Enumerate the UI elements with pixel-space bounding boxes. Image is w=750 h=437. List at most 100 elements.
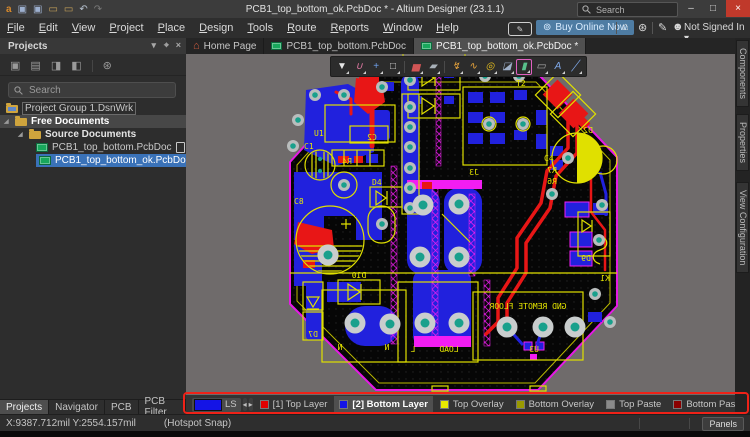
projects-panel-header: Projects ▾ ⌖ × <box>0 38 186 54</box>
save-icon[interactable]: ▣ <box>18 4 27 15</box>
menu-project[interactable]: Project <box>102 22 150 34</box>
selected-tree-item[interactable]: PCB1_top_bottom_ok.PcbDoc * <box>36 154 200 167</box>
altium-designer-window: a ▣ ▣ ▭ ▭ ↶ ↷ PCB1_top_bottom_ok.PcbDoc … <box>0 0 750 437</box>
tab-navigator[interactable]: Navigator <box>49 400 105 414</box>
silkscreen-label-u1: U1 <box>314 129 324 138</box>
layer-tab-top-layer[interactable]: [1] Top Layer <box>255 396 333 413</box>
layer-tab-top-paste[interactable]: Top Paste <box>601 396 666 413</box>
projects-search-input[interactable] <box>27 84 161 97</box>
pcb-editor-canvas[interactable]: C3 U1 C1 C8 D4 T2 C4 C2 R4 J3 R7 R6 D9 D… <box>186 54 735 395</box>
panels-button[interactable]: Panels <box>702 417 744 431</box>
pad-tool-icon[interactable]: ▮ <box>516 59 532 75</box>
expand-icon[interactable]: ◢ <box>4 118 11 125</box>
status-bar: X:9387.712mil Y:2554.157mil (Hotspot Sna… <box>0 414 750 432</box>
silkscreen-label-c2: C2 <box>367 133 377 142</box>
tab-view-configuration[interactable]: View Configuration <box>736 182 749 273</box>
via-icon: ◎ <box>486 61 495 72</box>
tab-pcb1-top-bottom-ok[interactable]: PCB1_top_bottom_ok.PcbDoc * <box>414 38 586 54</box>
search-input[interactable] <box>594 4 668 16</box>
redo-icon[interactable]: ↷ <box>94 4 102 15</box>
snap-mode: (Hotspot Snap) <box>164 418 231 429</box>
plane-tool-icon[interactable]: ◪ <box>499 59 515 75</box>
pcb-board-svg[interactable]: C3 U1 C1 C8 D4 T2 C4 C2 R4 J3 R7 R6 D9 D… <box>186 54 735 395</box>
folder-icon <box>15 118 27 126</box>
panel-settings-gear-icon[interactable]: ⊛ <box>103 59 112 72</box>
maximize-button[interactable]: □ <box>705 0 721 17</box>
active-bar-toolbar: ▼ ∪ + □ ▅ ▰ ↯ ∿ ◎ ◪ ▮ ▭ A ╱ <box>330 56 587 77</box>
open-project-icon[interactable]: ▭ <box>64 4 73 15</box>
scroll-layers-right-button[interactable]: ▸ <box>249 398 253 411</box>
move-tool-icon[interactable]: + <box>368 59 384 75</box>
pen-icon[interactable]: ✎ <box>658 21 667 34</box>
menu-view[interactable]: View <box>65 22 103 34</box>
menu-tools[interactable]: Tools <box>240 22 280 34</box>
string-text-tool-icon[interactable]: A <box>550 59 566 75</box>
close-button[interactable]: × <box>726 0 750 17</box>
tab-components[interactable]: Components <box>736 40 749 107</box>
silkscreen-label-d4: D4 <box>372 178 382 187</box>
doc-tab-label: Home Page <box>204 41 257 52</box>
room-icon: ▭ <box>536 61 545 72</box>
tab-pcb-filter[interactable]: PCB Filter <box>139 400 187 414</box>
tree-item-pcb1-top-bottom-ok[interactable]: PCB1_top_bottom_ok.PcbDoc * <box>0 154 186 167</box>
snap-magnet-tool-icon[interactable]: ∪ <box>351 59 367 75</box>
comment-icon[interactable]: ✎ <box>508 22 532 36</box>
menu-place[interactable]: Place <box>151 22 193 34</box>
interactive-route-tool-icon[interactable]: ↯ <box>448 59 464 75</box>
silkscreen-label-c1: C1 <box>304 142 314 151</box>
pin-icon[interactable]: ⌖ <box>164 40 169 51</box>
home-icon[interactable]: ⌂ <box>622 21 629 33</box>
menu-edit[interactable]: Edit <box>32 22 65 34</box>
open-docs-icon[interactable]: ◨ <box>51 59 61 72</box>
menu-route[interactable]: Route <box>280 22 323 34</box>
tab-pcb[interactable]: PCB <box>105 400 139 414</box>
layer-tab-top-overlay[interactable]: Top Overlay <box>435 396 509 413</box>
tree-item-source-documents[interactable]: ◢ Source Documents <box>0 128 186 141</box>
close-panel-icon[interactable]: × <box>176 40 181 50</box>
layer-tab-bottom-layer[interactable]: [2] Bottom Layer <box>334 396 432 413</box>
menu-file[interactable]: File <box>0 22 32 34</box>
scroll-layers-left-button[interactable]: ◂ <box>243 398 247 411</box>
save-all-icon[interactable]: ▣ <box>33 4 42 15</box>
filter-tool-icon[interactable]: ▼ <box>334 59 350 75</box>
diff-pair-route-tool-icon[interactable]: ∿ <box>465 59 481 75</box>
tree-item-pcb1-top-bottom[interactable]: PCB1_top_bottom.PcbDoc <box>0 141 186 154</box>
undo-icon[interactable]: ↶ <box>79 4 87 15</box>
line-tool-icon[interactable]: ╱ <box>567 59 583 75</box>
menu-reports[interactable]: Reports <box>323 22 376 34</box>
layer-sets-button[interactable]: LS <box>192 398 241 412</box>
open-icon[interactable]: ▭ <box>48 4 57 15</box>
expand-icon[interactable]: ◢ <box>18 131 25 138</box>
menu-help[interactable]: Help <box>429 22 466 34</box>
tab-pcb1-top-bottom[interactable]: PCB1_top_bottom.PcbDoc <box>264 38 414 54</box>
polygon-pour-tool-icon[interactable]: ▰ <box>425 59 441 75</box>
panel-menu-icon[interactable]: ▾ <box>151 40 156 51</box>
layer-tab-bottom-overlay[interactable]: Bottom Overlay <box>511 396 599 413</box>
tree-item-label: Source Documents <box>45 129 136 140</box>
document-tab-bar: ⌂ Home Page PCB1_top_bottom.PcbDoc PCB1_… <box>186 38 735 54</box>
compile-icon[interactable]: ▤ <box>30 59 40 72</box>
save-project-icon[interactable]: ▣ <box>10 59 20 72</box>
menu-window[interactable]: Window <box>376 22 429 34</box>
settings-gear-icon[interactable]: ⊛ <box>638 21 647 34</box>
tab-home-page[interactable]: ⌂ Home Page <box>186 38 264 54</box>
projects-search-box[interactable] <box>8 82 176 98</box>
global-search-box[interactable] <box>577 2 678 17</box>
tab-properties[interactable]: Properties <box>736 114 749 171</box>
user-icon[interactable]: ☻ <box>672 21 684 33</box>
via-tool-icon[interactable]: ◎ <box>482 59 498 75</box>
select-area-tool-icon[interactable]: □ <box>385 59 401 75</box>
buy-online-button[interactable]: ⊚Buy Online Now <box>536 20 634 35</box>
layer-tab-bottom-paste[interactable]: Bottom Paste <box>668 396 735 413</box>
minimize-button[interactable]: – <box>683 0 699 17</box>
room-tool-icon[interactable]: ▭ <box>533 59 549 75</box>
tree-item-project-group[interactable]: Project Group 1.DsnWrk <box>0 102 186 115</box>
placement-tool-icon[interactable]: ▅ <box>408 59 424 75</box>
close-docs-icon[interactable]: ◧ <box>71 59 81 72</box>
tree-item-label: Project Group 1.DsnWrk <box>22 102 136 115</box>
pcb-doc-icon <box>36 143 48 152</box>
menu-design[interactable]: Design <box>192 22 240 34</box>
tab-projects[interactable]: Projects <box>0 400 49 414</box>
cursor-coordinates: X:9387.712mil Y:2554.157mil <box>6 418 136 429</box>
tree-item-free-documents[interactable]: ◢ Free Documents <box>0 115 186 128</box>
